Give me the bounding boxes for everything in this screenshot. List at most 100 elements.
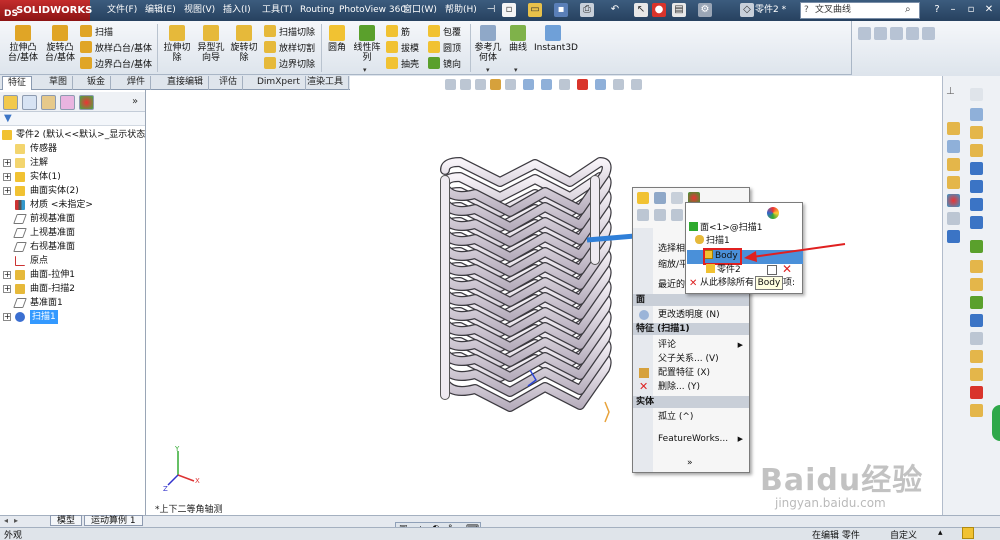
tool-icon[interactable] — [970, 260, 983, 273]
tool-icon[interactable] — [970, 368, 983, 381]
keep-visible-checkbox[interactable] — [767, 265, 777, 275]
restore-icon[interactable]: ▫ — [964, 3, 978, 17]
configuration-manager-icon[interactable] — [41, 95, 56, 110]
menu-change-transparency[interactable]: 更改透明度 (N) — [633, 308, 749, 322]
tool-icon[interactable] — [970, 278, 983, 291]
tab-sheet-metal[interactable]: 钣金 — [82, 76, 112, 90]
menu-expand-more[interactable]: » — [633, 456, 749, 470]
expand-icon[interactable]: + — [3, 173, 11, 181]
tab-evaluate[interactable]: 评估 — [214, 76, 244, 90]
fillet-button[interactable]: 圆角 — [324, 25, 350, 53]
search-icon[interactable]: ⌕ — [905, 4, 911, 15]
draft-button[interactable]: 拔模 — [386, 41, 419, 55]
tab-weldments[interactable]: 焊件 — [122, 76, 152, 90]
print-icon[interactable]: ⎙ — [580, 3, 594, 17]
appearance-icon[interactable] — [767, 207, 779, 219]
property-manager-icon[interactable] — [22, 95, 37, 110]
tree-item-origin[interactable]: 原点 — [0, 254, 145, 268]
window-icon[interactable] — [890, 27, 903, 40]
file-properties-icon[interactable]: ▤ — [672, 3, 686, 17]
edit-appearance-icon[interactable] — [577, 79, 588, 90]
minimize-icon[interactable]: – — [946, 3, 960, 17]
tool-icon[interactable] — [970, 126, 983, 139]
reference-geometry-button[interactable]: 参考几何体 — [473, 25, 503, 63]
dynamic-annotation-icon[interactable] — [505, 79, 516, 90]
tree-item-sensors[interactable]: 传感器 — [0, 142, 145, 156]
revolve-boss-button[interactable]: 旋转凸台/基体 — [42, 25, 78, 63]
menu-routing[interactable]: Routing — [297, 3, 338, 18]
chevron-down-icon[interactable]: ▾ — [514, 66, 518, 74]
wrap-button[interactable]: 包覆 — [428, 25, 461, 39]
zoom-area-icon[interactable] — [460, 79, 471, 90]
tree-item-right-plane[interactable]: 右视基准面 — [0, 240, 145, 254]
design-library-icon[interactable] — [947, 158, 960, 171]
tool-icon[interactable] — [970, 332, 983, 345]
extrude-cut-button[interactable]: 拉伸切除 — [160, 25, 194, 63]
open-folder-icon[interactable]: ▭ — [528, 3, 542, 17]
menu-isolate[interactable]: 孤立 (^) — [633, 410, 749, 424]
options-icon[interactable]: ⚙ — [698, 3, 712, 17]
window-icon[interactable] — [906, 27, 919, 40]
tab-model[interactable]: 模型 — [50, 515, 83, 526]
remove-all-item[interactable]: ✕ 从此移除所有 — [689, 277, 754, 290]
loft-button[interactable]: 放样凸台/基体 — [80, 41, 152, 55]
menu-featureworks[interactable]: FeatureWorks... ▶ — [633, 432, 749, 446]
select-part-item[interactable]: 零件2 — [706, 264, 741, 277]
pin-icon[interactable]: ⊥ — [946, 86, 955, 97]
menu-parent-child[interactable]: 父子关系... (V) — [633, 352, 749, 366]
hole-wizard-button[interactable]: 异型孔向导 — [196, 25, 226, 63]
tree-item-front-plane[interactable]: 前视基准面 — [0, 212, 145, 226]
revolve-cut-button[interactable]: 旋转切除 — [228, 25, 260, 63]
edit-feature-icon[interactable] — [637, 192, 649, 204]
menu-file[interactable]: 文件(F) — [104, 3, 140, 18]
display-manager-icon[interactable] — [79, 95, 94, 110]
green-side-tab[interactable] — [992, 405, 1000, 441]
menu-comment[interactable]: 评论 ▶ — [633, 338, 749, 352]
save-icon[interactable]: ▪ — [554, 3, 568, 17]
menu-delete[interactable]: ✕ 删除... (Y) — [633, 380, 749, 394]
chevron-down-icon[interactable]: ▾ — [486, 66, 490, 74]
expand-icon[interactable]: + — [3, 313, 11, 321]
boundary-boss-button[interactable]: 边界凸台/基体 — [80, 57, 152, 71]
tree-item-plane1[interactable]: 基准面1 — [0, 296, 145, 310]
dimxpert-manager-icon[interactable] — [60, 95, 75, 110]
search-input[interactable]: 文叉曲线 — [800, 2, 920, 19]
tab-direct-editing[interactable]: 直接编辑 — [162, 76, 210, 90]
chevron-down-icon[interactable]: ▾ — [363, 66, 367, 74]
help-icon[interactable]: ? — [930, 3, 944, 17]
sweep-button[interactable]: 扫描 — [80, 25, 113, 39]
tool-icon[interactable] — [970, 144, 983, 157]
window-icon[interactable] — [922, 27, 935, 40]
lofted-cut-button[interactable]: 放样切割 — [264, 41, 315, 55]
swept-cut-button[interactable]: 扫描切除 — [264, 25, 315, 39]
tree-item-surface-sweep[interactable]: + 曲面-扫描2 — [0, 282, 145, 296]
resources-icon[interactable] — [947, 140, 960, 153]
sort-icon[interactable] — [654, 192, 666, 204]
tree-root-part[interactable]: 零件2 (默认<<默认>_显示状态 — [0, 128, 145, 142]
tool-icon[interactable] — [970, 314, 983, 327]
menu-tools[interactable]: 工具(T) — [259, 3, 296, 18]
file-explorer-icon[interactable] — [947, 176, 960, 189]
sweep-tube-model[interactable] — [405, 140, 650, 440]
tree-item-surface-bodies[interactable]: + 曲面实体(2) — [0, 184, 145, 198]
tool-icon[interactable] — [970, 162, 983, 175]
tab-dimxpert[interactable]: DimXpert — [252, 76, 306, 90]
expand-icon[interactable]: + — [3, 159, 11, 167]
tree-item-surface-extrude[interactable]: + 曲面-拉伸1 — [0, 268, 145, 282]
section-view-icon[interactable] — [490, 79, 501, 90]
spelling-icon[interactable] — [970, 88, 983, 101]
tree-item-sweep1[interactable]: + 扫描1 — [0, 310, 145, 324]
zoom-to-fit-icon[interactable] — [445, 79, 456, 90]
menu-edit[interactable]: 编辑(E) — [142, 3, 179, 18]
dome-button[interactable]: 圆顶 — [428, 41, 461, 55]
apply-scene-icon[interactable] — [595, 79, 606, 90]
rib-button[interactable]: 筋 — [386, 25, 410, 39]
expand-icon[interactable]: + — [3, 187, 11, 195]
tool-icon[interactable] — [970, 240, 983, 253]
tool-icon[interactable] — [970, 296, 983, 309]
appearances-icon[interactable] — [947, 194, 960, 207]
status-units[interactable]: 自定义 — [890, 528, 917, 540]
zoom-to-selection-icon[interactable] — [654, 209, 666, 221]
menu-help[interactable]: 帮助(H) — [442, 3, 480, 18]
menu-view[interactable]: 视图(V) — [181, 3, 218, 18]
